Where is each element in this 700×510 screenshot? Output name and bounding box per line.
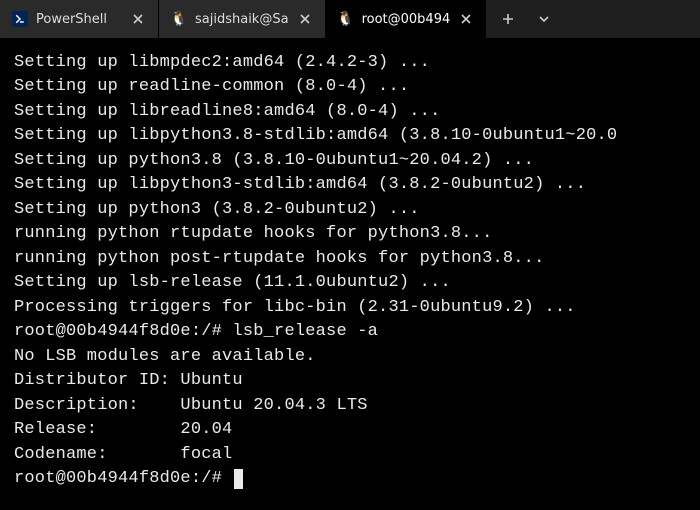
new-tab-button[interactable] [490, 0, 526, 38]
tab-label: PowerShell [36, 12, 122, 27]
tab-label: sajidshaik@Sa [195, 12, 289, 27]
tux-icon: 🐧 [338, 11, 354, 27]
tab-label: root@00b494 [362, 12, 451, 27]
tux-icon: 🐧 [171, 11, 187, 27]
tab-dropdown-button[interactable] [526, 0, 562, 38]
titlebar-actions [490, 0, 562, 38]
powershell-icon [12, 11, 28, 27]
prompt-line: root@00b4944f8d0e:/# [14, 467, 686, 491]
prompt-text: root@00b4944f8d0e:/# [14, 467, 232, 491]
tab-powershell[interactable]: PowerShell [0, 0, 158, 38]
titlebar: PowerShell 🐧 sajidshaik@Sa 🐧 root@00b494 [0, 0, 700, 39]
close-icon[interactable] [458, 11, 474, 27]
close-icon[interactable] [297, 11, 313, 27]
close-icon[interactable] [130, 11, 146, 27]
cursor [234, 469, 243, 489]
terminal-output[interactable]: Setting up libmpdec2:amd64 (2.4.2-3) ...… [0, 39, 700, 510]
terminal-lines: Setting up libmpdec2:amd64 (2.4.2-3) ...… [14, 51, 686, 467]
tab-ssh-user[interactable]: 🐧 sajidshaik@Sa [159, 0, 325, 38]
tab-root[interactable]: 🐧 root@00b494 [326, 0, 487, 38]
